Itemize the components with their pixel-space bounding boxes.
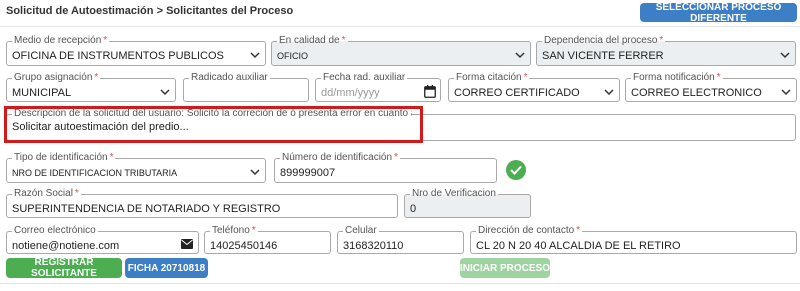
direccion-value: CL 20 N 20 40 ALCALDIA DE EL RETIRO [476,240,681,252]
fecha-rad-auxiliar-label: Fecha rad. auxiliar [321,72,408,84]
forma-notificacion-value: CORREO ELECTRONICO [631,87,762,99]
razon-social-input[interactable]: Razón Social * SUPERINTENDENCIA DE NOTARI… [6,188,398,218]
forma-citacion-select[interactable]: Forma citación * CORREO CERTIFICADO [448,72,620,102]
grupo-asignacion-value: MUNICIPAL [12,87,72,99]
en-calidad-de-value: OFICIO [277,51,308,61]
chevron-down-icon [515,52,525,59]
medio-recepcion-value: OFICINA DE INSTRUMENTOS PUBLICOS [12,50,224,62]
chevron-down-icon [160,89,170,96]
forma-citacion-label: Forma citación * [454,72,530,84]
breadcrumb: Solicitud de Autoestimación > Solicitant… [6,5,293,17]
description-highlight-box [4,106,423,143]
en-calidad-de-label: En calidad de * [277,35,348,47]
breadcrumb-separator: > [156,5,163,17]
forma-citacion-value: CORREO CERTIFICADO [454,87,580,99]
chevron-down-icon [781,89,791,96]
numero-identificacion-input[interactable]: Número de identificación * 899999007 [274,152,497,183]
chevron-down-icon [250,52,260,59]
forma-notificacion-label: Forma notificación * [631,72,723,84]
medio-recepcion-select[interactable]: Medio de recepción * OFICINA DE INSTRUMEN… [6,35,266,66]
correo-label: Correo electrónico [12,225,98,237]
nro-verificacion-label: Nro de Verificacion [410,188,498,200]
envelope-icon [181,239,193,249]
grupo-asignacion-select[interactable]: Grupo asignación * MUNICIPAL [6,72,176,102]
direccion-input[interactable]: Dirección de contacto * CL 20 N 20 40 ALC… [470,225,797,254]
chevron-down-icon [780,52,790,59]
radicado-auxiliar-label: Radicado auxiliar [189,72,270,84]
tipo-identificacion-select[interactable]: Tipo de identificación * NRO DE IDENTIFIC… [6,152,266,183]
radicado-auxiliar-input[interactable]: Radicado auxiliar [183,72,309,102]
chevron-down-icon [604,89,614,96]
telefono-label: Teléfono * [210,225,258,237]
dependencia-label: Dependencia del proceso * [542,35,666,47]
footer-divider [0,283,800,284]
registrar-solicitante-button[interactable]: REGISTRAR SOLICITANTE [6,257,122,279]
en-calidad-de-select[interactable]: En calidad de * OFICIO [271,35,531,66]
razon-social-label: Razón Social * [12,188,81,200]
fecha-rad-auxiliar-placeholder: dd/mm/yyyy [321,87,380,99]
tipo-identificacion-value: NRO DE IDENTIFICACION TRIBUTARIA [12,168,178,178]
razon-social-value: SUPERINTENDENCIA DE NOTARIADO Y REGISTRO [12,203,281,215]
celular-value: 3168320110 [343,240,404,252]
nro-verificacion-input[interactable]: Nro de Verificacion 0 [404,188,531,218]
grupo-asignacion-label: Grupo asignación * [12,72,101,84]
dependencia-value: SAN VICENTE FERRER [542,50,664,62]
forma-notificacion-select[interactable]: Forma notificación * CORREO ELECTRONICO [625,72,797,102]
header-divider [0,26,800,27]
tipo-identificacion-label: Tipo de identificación * [12,152,116,164]
celular-input[interactable]: Celular 3168320110 [337,225,464,254]
direccion-label: Dirección de contacto * [476,225,583,237]
ficha-button[interactable]: FICHA 20710818 [125,258,208,278]
select-different-process-button[interactable]: SELECCIONAR PROCESO DIFERENTE [640,2,797,24]
numero-identificacion-label: Número de identificación * [280,152,400,164]
correo-value: notiene@notiene.com [12,240,120,252]
telefono-value: 14025450146 [210,240,278,252]
fecha-rad-auxiliar-input[interactable]: Fecha rad. auxiliar dd/mm/yyyy [315,72,441,102]
chevron-down-icon [250,169,260,176]
iniciar-proceso-button[interactable]: INICIAR PROCESO [460,258,550,278]
telefono-input[interactable]: Teléfono * 14025450146 [204,225,331,254]
nro-verificacion-value: 0 [410,203,417,215]
medio-recepcion-label: Medio de recepción * [12,35,110,47]
check-circle-icon [506,160,526,180]
breadcrumb-item-solicitantes: Solicitantes del Proceso [166,5,294,17]
numero-identificacion-value: 899999007 [280,167,336,179]
dependencia-select[interactable]: Dependencia del proceso * SAN VICENTE FER… [536,35,796,66]
celular-label: Celular [343,225,379,237]
correo-input[interactable]: Correo electrónico notiene@notiene.com [6,225,199,254]
breadcrumb-item-solicitud[interactable]: Solicitud de Autoestimación [6,5,154,17]
calendar-icon[interactable] [424,85,436,98]
